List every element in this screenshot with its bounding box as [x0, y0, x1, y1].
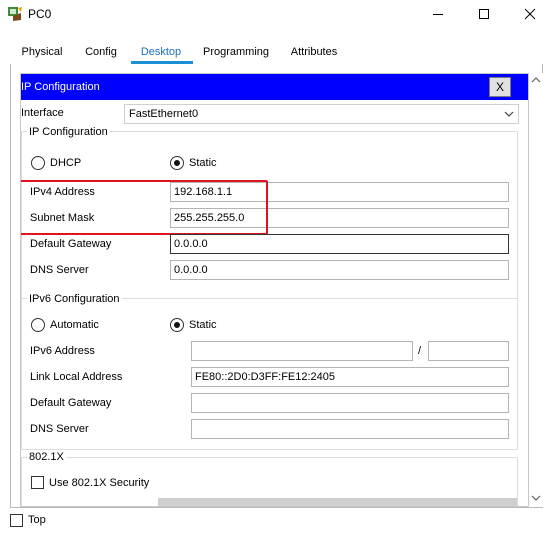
maximize-button[interactable]	[461, 0, 507, 28]
dhcp-label: DHCP	[50, 157, 82, 169]
link-local-address-field[interactable]: FE80::2D0:D3FF:FE12:2405	[191, 367, 509, 387]
static-label: Static	[189, 157, 217, 169]
top-checkbox[interactable]	[10, 514, 23, 527]
prefix-separator: /	[418, 345, 422, 357]
interface-select[interactable]: FastEthernet0	[124, 104, 519, 124]
ip-configuration-window: IP Configuration X Interface FastEtherne…	[20, 73, 529, 507]
use-dot1x-label: Use 802.1X Security	[49, 477, 150, 489]
close-window-button[interactable]	[507, 0, 553, 28]
highlight-box	[21, 180, 268, 235]
ip-configuration-close-button[interactable]: X	[489, 77, 511, 97]
dns-server-field[interactable]: 0.0.0.0	[170, 260, 509, 280]
dhcp-radio[interactable]	[31, 156, 45, 170]
ip-configuration-header: IP Configuration X	[21, 74, 528, 100]
ipv4-group-title: IP Configuration	[27, 126, 110, 138]
interface-label: Interface	[21, 107, 64, 119]
ipv6-dns-server-label: DNS Server	[30, 423, 89, 435]
vertical-scrollbar[interactable]	[529, 73, 543, 507]
scroll-up-icon[interactable]	[529, 73, 543, 87]
ipv6-automatic-radio[interactable]	[31, 318, 45, 332]
title-bar: PC0	[0, 0, 553, 28]
use-dot1x-checkbox[interactable]	[31, 476, 44, 489]
ipv6-address-field[interactable]	[191, 341, 413, 361]
default-gateway-field[interactable]: 0.0.0.0	[170, 234, 509, 254]
ipv6-default-gateway-label: Default Gateway	[30, 397, 112, 409]
minimize-icon	[433, 14, 443, 15]
minimize-button[interactable]	[415, 0, 461, 28]
tab-programming[interactable]: Programming	[198, 40, 274, 64]
static-radio[interactable]	[170, 156, 184, 170]
tab-physical[interactable]: Physical	[14, 40, 70, 64]
link-local-address-label: Link Local Address	[30, 371, 123, 383]
packet-tracer-pc-icon	[8, 7, 22, 21]
ipv6-automatic-label: Automatic	[50, 319, 99, 331]
ipv6-static-label: Static	[189, 319, 217, 331]
close-icon	[524, 8, 536, 20]
chevron-down-icon	[504, 111, 514, 117]
ip-configuration-title: IP Configuration	[21, 81, 100, 93]
top-label: Top	[28, 514, 46, 526]
ipv6-address-label: IPv6 Address	[30, 345, 95, 357]
dot1x-group-title: 802.1X	[27, 451, 66, 463]
ipv6-static-radio[interactable]	[170, 318, 184, 332]
scroll-down-icon[interactable]	[529, 491, 543, 505]
ipv6-default-gateway-field[interactable]	[191, 393, 509, 413]
ipv6-dns-server-field[interactable]	[191, 419, 509, 439]
ipv6-prefix-field[interactable]	[428, 341, 509, 361]
window-title: PC0	[28, 7, 52, 21]
interface-value: FastEthernet0	[129, 108, 199, 120]
default-gateway-label: Default Gateway	[30, 238, 112, 250]
horizontal-scrollbar-thumb[interactable]	[158, 498, 517, 506]
tab-attributes[interactable]: Attributes	[283, 40, 345, 64]
dns-server-label: DNS Server	[30, 264, 89, 276]
maximize-icon	[479, 9, 489, 19]
tab-bar: Physical Config Desktop Programming Attr…	[0, 40, 553, 64]
tab-config[interactable]: Config	[80, 40, 122, 64]
ipv6-group-title: IPv6 Configuration	[27, 293, 122, 305]
